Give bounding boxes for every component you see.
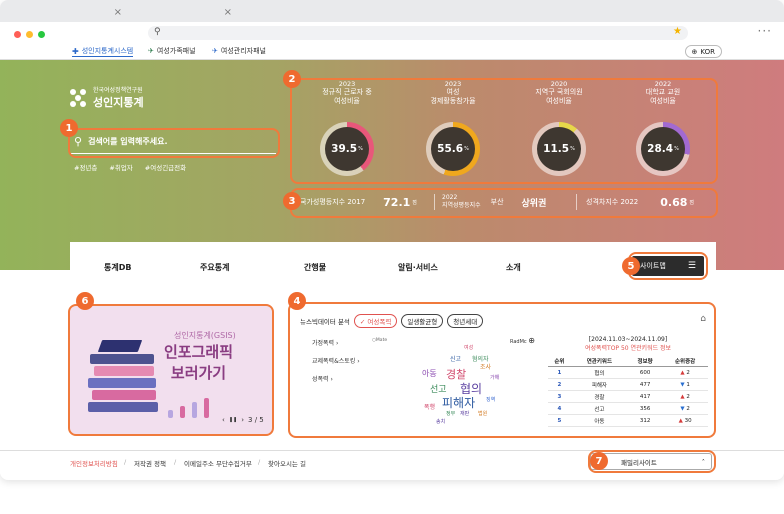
tab-2[interactable]: × <box>128 6 238 22</box>
footer-link-directions[interactable]: 찾아오시는 길 <box>268 458 306 468</box>
annotation-badge: 3 <box>283 192 301 210</box>
bookmark-family-panel[interactable]: ✈ 여성가족패널 <box>148 46 196 56</box>
bookmark-label: 여성가족패널 <box>156 47 196 55</box>
tag-link[interactable]: #취업자 <box>109 162 132 172</box>
nav-item-notice[interactable]: 알림·서비스 <box>398 262 438 273</box>
nav-item-about[interactable]: 소개 <box>506 262 521 273</box>
bookmark-label: 성인지통계시스템 <box>81 47 134 55</box>
annotation-badge: 4 <box>288 292 306 310</box>
language-label: KOR <box>700 47 715 56</box>
main-nav: 통계DB 주요통계 간행물 알림·서비스 소개 <box>70 242 716 294</box>
annotation-box-2 <box>290 78 718 184</box>
tab-bar: × × <box>0 0 784 22</box>
tab-1[interactable]: × <box>18 6 128 22</box>
tab-close-icon[interactable]: × <box>224 7 232 18</box>
org-name: 한국여성정책연구원 <box>93 87 143 94</box>
browser-window: × × ⚲ ★ ··· ✚ 성인지통계시스템 ✈ 여성가족패널 ✈ 여성관리자패… <box>0 0 784 480</box>
tag-link[interactable]: #정년층 <box>74 162 97 172</box>
browser-menu-icon[interactable]: ··· <box>758 24 772 38</box>
bookmark-gsis[interactable]: ✚ 성인지통계시스템 <box>72 46 134 57</box>
address-bar[interactable]: ⚲ ★ <box>148 26 688 40</box>
footer-separator: / <box>258 458 261 466</box>
nav-item-key-stats[interactable]: 주요통계 <box>200 262 229 273</box>
bookmark-bar: ✚ 성인지통계시스템 ✈ 여성가족패널 ✈ 여성관리자패널 ⊕ KOR <box>0 44 784 60</box>
nav-item-stats-db[interactable]: 통계DB <box>104 262 131 273</box>
site-name: 성인지통계 <box>93 96 144 109</box>
logo-icon: ✚ <box>72 46 79 56</box>
close-window-button[interactable] <box>14 31 21 38</box>
logo-mark-icon <box>70 88 88 107</box>
annotation-badge: 7 <box>590 452 608 470</box>
footer-link-email[interactable]: 이메일주소 무단수집거부 <box>184 458 252 468</box>
annotation-box-6 <box>68 304 274 436</box>
globe-icon: ⊕ <box>691 47 698 56</box>
bookmark-star-icon[interactable]: ★ <box>673 26 682 37</box>
footer-link-privacy[interactable]: 개인정보처리방침 <box>70 458 118 468</box>
footer-link-copyright[interactable]: 저작권 정책 <box>134 458 166 468</box>
annotation-box-1 <box>68 128 280 158</box>
annotation-box-4 <box>288 302 716 438</box>
window-controls <box>14 31 45 38</box>
bookmark-label: 여성관리자패널 <box>220 47 266 55</box>
annotation-box-3 <box>290 188 718 218</box>
maximize-window-button[interactable] <box>38 31 45 38</box>
annotation-badge: 1 <box>60 119 78 137</box>
annotation-badge: 2 <box>283 70 301 88</box>
search-icon: ⚲ <box>154 27 161 37</box>
bookmark-manager-panel[interactable]: ✈ 여성관리자패널 <box>212 46 266 56</box>
annotation-badge: 5 <box>622 257 640 275</box>
tab-close-icon[interactable]: × <box>114 7 122 18</box>
plane-icon: ✈ <box>212 47 218 55</box>
search-tags: #정년층 #취업자 #여성긴급전화 <box>74 162 186 172</box>
minimize-window-button[interactable] <box>26 31 33 38</box>
site-logo[interactable]: 한국여성정책연구원 성인지통계 <box>70 85 144 110</box>
language-select[interactable]: ⊕ KOR <box>684 45 722 58</box>
nav-item-publications[interactable]: 간행물 <box>304 262 326 273</box>
annotation-badge: 6 <box>76 292 94 310</box>
plane-icon: ✈ <box>148 47 154 55</box>
footer-separator: / <box>124 458 127 466</box>
tag-link[interactable]: #여성긴급전화 <box>145 162 186 172</box>
footer-separator: / <box>174 458 177 466</box>
annotation-box-5 <box>628 252 708 280</box>
